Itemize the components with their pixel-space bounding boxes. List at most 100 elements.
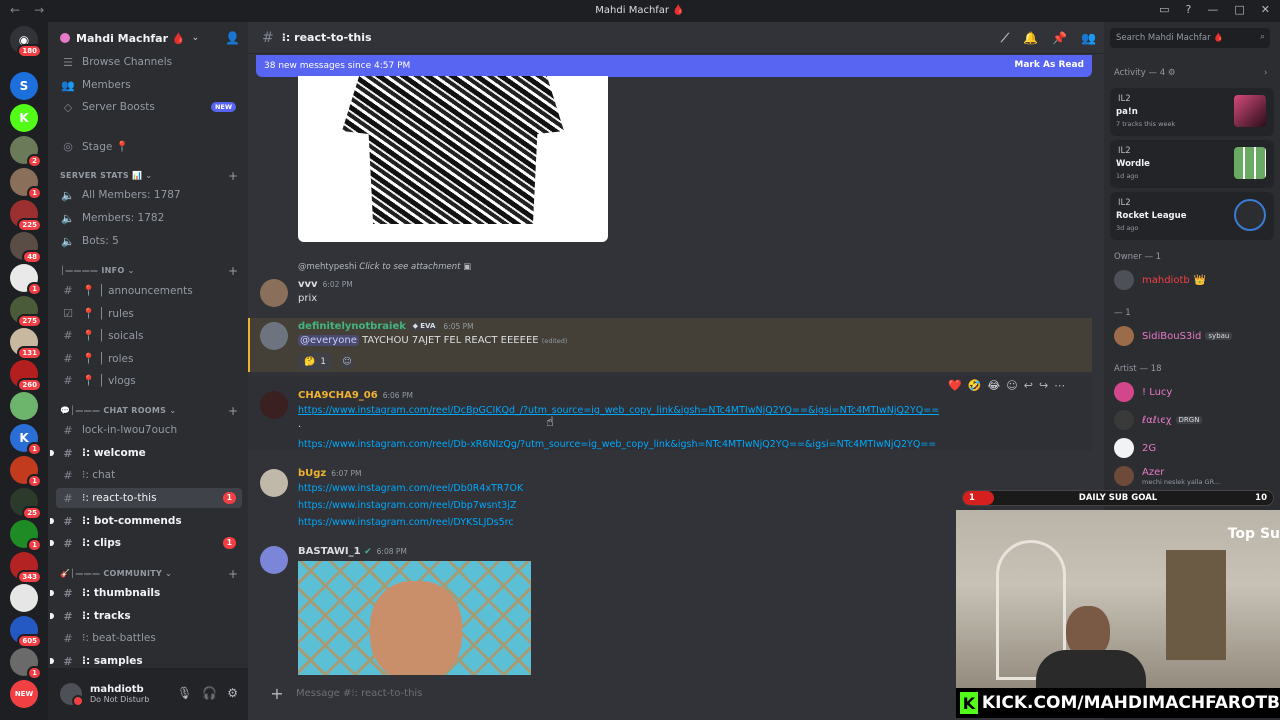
message-link[interactable]: https://www.instagram.com/reel/Dbp7wsnt3… [298,500,517,511]
add-channel-icon[interactable]: + [228,169,238,183]
activity-card[interactable]: IL2 pa!n 7 tracks this week [1110,88,1274,136]
rofl-emoji-icon[interactable]: 🤣 [968,379,982,392]
add-channel-icon[interactable]: + [228,404,238,418]
channel-members-count[interactable]: 🔈 Members: 1782 [56,208,242,228]
server-icon[interactable]: 1 [10,648,42,680]
inbox-icon[interactable]: ▭ [1159,3,1169,16]
user-info[interactable]: mahdiotb Do Not Disturb [82,684,149,704]
message-author[interactable]: bUgz 6:07 PM [298,468,362,479]
message-link[interactable]: https://www.instagram.com/reel/DYKSLJDs5… [298,517,514,528]
category-server-stats[interactable]: SERVER STATS 📊 ⌄ + [60,169,238,183]
category-community[interactable]: 🎸│——— COMMUNITY ⌄ + [60,567,238,581]
server-icon[interactable]: 275 [10,296,42,328]
member-owner[interactable]: mahdiotb 👑 [1114,268,1206,292]
server-icon[interactable] [10,584,38,612]
new-messages-bar[interactable]: 38 new messages since 4:57 PM Mark As Re… [256,55,1092,77]
image-attachment[interactable] [298,76,608,242]
server-icon[interactable]: 605 [10,616,42,648]
search-input[interactable]: Search Mahdi Machfar 🩸 ⌕ [1110,28,1270,48]
server-icon[interactable]: 1 [10,520,42,552]
server-icon[interactable]: NEW [10,680,38,708]
category-info[interactable]: │———— INFO ⌄ + [60,264,238,278]
server-icon[interactable]: 25 [10,488,42,520]
server-icon[interactable]: 48 [10,232,42,264]
browse-channels[interactable]: ☰ Browse Channels [56,52,242,72]
activity-card[interactable]: IL2 Rocket League 3d ago [1110,192,1274,240]
add-reaction-icon[interactable]: ☺ [1006,379,1017,392]
member-item[interactable]: SidiBouS3id sybau [1114,324,1233,348]
avatar[interactable] [260,391,288,419]
channel-vlogs[interactable]: # 📍 │ vlogs [56,370,242,390]
activity-card[interactable]: IL2 Wordle 1d ago [1110,140,1274,188]
chevron-right-icon[interactable]: › [1264,68,1267,78]
message-link[interactable]: https://www.instagram.com/reel/DcBpGCIKQ… [298,405,939,416]
server-icon[interactable]: 260 [10,360,42,392]
channel-announcements[interactable]: # 📍 │ announcements [56,280,242,300]
mark-as-read-button[interactable]: Mark As Read [1014,60,1084,70]
member-item[interactable]: Azer mechi neslek yalla GR... [1114,464,1220,488]
server-icon[interactable]: K [10,104,38,132]
channel-chat[interactable]: # ⁝: chat [56,465,242,485]
reaction-chip[interactable]: 🤔 1 [298,353,332,370]
channel-rules[interactable]: ☑ 📍 │ rules [56,303,242,323]
forward-icon[interactable]: ↪ [1039,379,1048,392]
message-author[interactable]: CHA9CHA9_06 6:06 PM [298,390,413,401]
bell-icon[interactable]: 🔔 [1023,31,1038,46]
add-attachment-icon[interactable]: + [268,684,286,703]
server-icon[interactable]: 131 [10,328,42,360]
message-author[interactable]: BASTAWI_1 ✔ 6:08 PM [298,546,407,557]
member-item[interactable]: 2G [1114,436,1156,460]
help-icon[interactable]: ? [1186,3,1192,16]
channel-tracks[interactable]: # ⁝: tracks [50,606,242,626]
headphones-icon[interactable]: 🎧 [202,686,217,700]
more-icon[interactable]: ⋯ [1054,379,1065,392]
member-item[interactable]: ! Lucy [1114,380,1172,404]
reply-icon[interactable]: ↩ [1024,379,1033,392]
gear-icon[interactable]: ⚙ [227,686,238,700]
avatar[interactable] [260,279,288,307]
close-icon[interactable]: ✕ [1261,3,1270,16]
member-item[interactable]: ℓαℓιєχ DRGN [1114,408,1203,432]
channel-beat-battles[interactable]: # ⁝: beat-battles [56,628,242,648]
server-icon[interactable]: 1 [10,456,42,488]
server-icon[interactable] [10,392,38,420]
laugh-emoji-icon[interactable]: 😂 [987,379,1000,392]
channel-thumbnails[interactable]: # ⁝: thumbnails [50,583,242,603]
channel-clips[interactable]: # ⁝: clips 1 [50,533,242,553]
channel-stage[interactable]: ◎ Stage 📍 [56,136,242,156]
add-channel-icon[interactable]: + [228,264,238,278]
gear-icon[interactable]: ⚙ [1168,68,1176,78]
reply-reference[interactable]: @mehtypeshi Click to see attachment ▣ [298,262,471,272]
avatar[interactable] [260,546,288,574]
channel-react-to-this[interactable]: # ⁝: react-to-this 1 [56,488,242,508]
server-icon[interactable]: 1 [10,264,42,296]
server-icon[interactable]: 2 [10,136,42,168]
channel-welcome[interactable]: # ⁝: welcome [50,443,242,463]
member-list-icon[interactable]: 👥 [1081,31,1096,46]
minimize-icon[interactable]: — [1207,3,1218,16]
channel-lock-in[interactable]: # lock-in-lwou7ouch [56,420,242,440]
microphone-icon[interactable]: 🎙 [177,686,192,700]
channel-bot-commends[interactable]: # ⁝: bot-commends [50,511,242,531]
avatar[interactable] [60,683,84,707]
everyone-mention[interactable]: @everyone [298,335,359,346]
members-link[interactable]: 👥 Members [56,75,242,95]
invite-icon[interactable]: 👤 [225,31,240,45]
category-chat-rooms[interactable]: 💬│——— CHAT ROOMS ⌄ + [60,404,238,418]
message-author[interactable]: vvv 6:02 PM [298,279,353,290]
server-icon[interactable]: 1 [10,168,42,200]
message-link[interactable]: https://www.instagram.com/reel/Db0R4xTR7… [298,483,523,494]
server-boosts-link[interactable]: ◇ Server Boosts NEW [56,97,242,117]
guild-header[interactable]: Mahdi Machfar 🩸 ⌄ 👤 [48,22,248,54]
server-icon[interactable]: 225 [10,200,42,232]
add-reaction-icon[interactable]: ☺ [340,355,354,369]
channel-bots-count[interactable]: 🔈 Bots: 5 [56,231,242,251]
channel-roles[interactable]: # 📍 │ roles [56,348,242,368]
avatar[interactable] [260,322,288,350]
add-channel-icon[interactable]: + [228,567,238,581]
avatar[interactable] [260,469,288,497]
direct-messages-button[interactable]: ◉ 180 [10,26,42,58]
server-icon[interactable]: S [10,72,38,100]
server-icon[interactable]: K1 [10,424,42,456]
maximize-icon[interactable]: □ [1234,3,1244,16]
